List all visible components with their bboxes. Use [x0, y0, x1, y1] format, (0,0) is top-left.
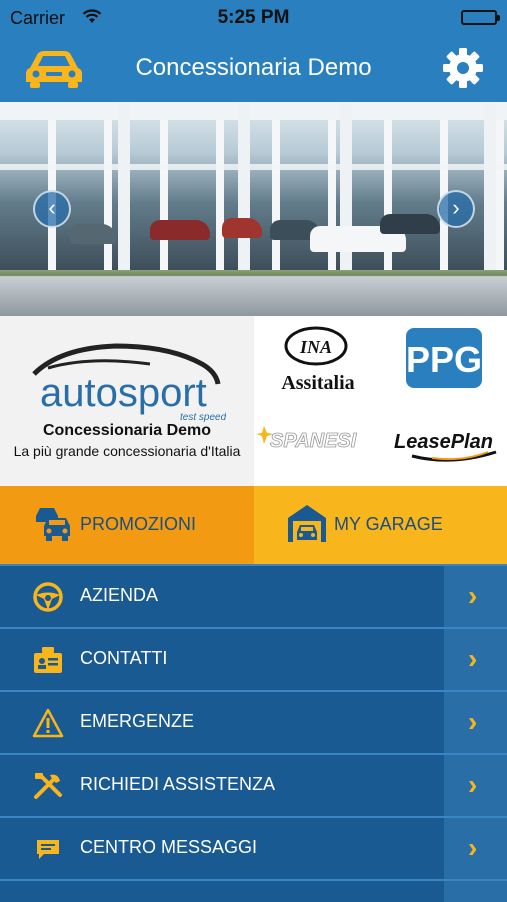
svg-text:LeasePlan: LeasePlan	[394, 431, 493, 453]
menu-item-partial[interactable]	[0, 879, 507, 902]
clock: 5:25 PM	[217, 7, 290, 28]
showroom-banner[interactable]: ‹ ›	[0, 102, 507, 316]
status-bar: Carrier 5:25 PM	[0, 0, 507, 36]
chevron-right-icon: ›	[468, 769, 478, 800]
chevron-right-icon: ›	[468, 580, 478, 611]
nav-bar: Concessionaria Demo	[0, 36, 507, 102]
brand-logo-ppg[interactable]: PPG	[406, 328, 482, 393]
brand-logo-leaseplan[interactable]: LeasePlan	[392, 422, 506, 471]
dealer-name: Concessionaria Demo	[42, 422, 212, 439]
showroom-floor	[0, 270, 507, 316]
car-image	[150, 220, 210, 240]
steering-wheel-icon	[32, 582, 64, 612]
menu-item-label: CENTRO MESSAGGI	[80, 837, 258, 857]
menu-item-label: RICHIEDI ASSISTENZA	[80, 774, 276, 794]
chevron-column	[444, 881, 507, 902]
chevron-right-icon: ›	[468, 832, 478, 863]
autosport-wordmark: autosport	[40, 371, 207, 415]
brand-logo-spanesi[interactable]: SPANESI	[256, 416, 372, 465]
gear-icon[interactable]	[443, 48, 483, 93]
promozioni-button[interactable]: PROMOZIONI	[0, 486, 254, 564]
tools-icon	[32, 771, 64, 801]
pillar	[238, 102, 250, 274]
chevron-right-icon: ›	[452, 195, 460, 220]
dealer-card[interactable]: autosport test speed Concessionaria Demo…	[0, 316, 254, 486]
warning-icon	[32, 708, 64, 738]
pillar	[484, 102, 496, 274]
car-image	[70, 224, 116, 244]
car-image	[222, 218, 262, 238]
message-icon	[32, 834, 64, 864]
chevron-right-icon: ›	[468, 643, 478, 674]
my-garage-button[interactable]: MY GARAGE	[254, 486, 507, 564]
my-garage-label: MY GARAGE	[334, 514, 443, 534]
chevron-right-icon: ›	[468, 706, 478, 737]
svg-text:SPANESI: SPANESI	[270, 430, 357, 452]
brand-panel: autosport test speed Concessionaria Demo…	[0, 316, 507, 486]
menu-item-emergenze[interactable]: EMERGENZE ›	[0, 690, 507, 753]
quick-actions: PROMOZIONI MY GARAGE	[0, 486, 507, 564]
menu-item-label: AZIENDA	[80, 585, 159, 605]
page-title: Concessionaria Demo	[135, 54, 372, 81]
chevron-left-icon: ‹	[48, 195, 56, 220]
svg-text:Assitalia: Assitalia	[281, 372, 354, 394]
menu-item-contatti[interactable]: CONTATTI ›	[0, 627, 507, 690]
menu-item-azienda[interactable]: AZIENDA ›	[0, 564, 507, 627]
dealer-tagline: La più grande concessionaria d'Italia	[13, 443, 241, 459]
menu-item-label: EMERGENZE	[80, 711, 195, 731]
brand-logo-assitalia[interactable]: INA Assitalia	[270, 324, 366, 401]
car-image	[380, 214, 440, 234]
cars-icon	[32, 502, 74, 549]
window-frame	[0, 164, 507, 170]
svg-text:INA: INA	[299, 337, 332, 357]
menu-item-centro-messaggi[interactable]: CENTRO MESSAGGI ›	[0, 816, 507, 879]
battery-icon	[461, 10, 500, 25]
carousel-next-button[interactable]: ›	[437, 190, 475, 228]
menu-item-label: CONTATTI	[80, 648, 168, 668]
roof-beam	[0, 102, 507, 120]
autosport-logo: autosport test speed	[30, 334, 227, 429]
menu-item-richiedi-assistenza[interactable]: RICHIEDI ASSISTENZA ›	[0, 753, 507, 816]
main-menu: AZIENDA › CONTATTI › EMERGENZE › RICHIED…	[0, 564, 507, 902]
svg-text:PPG: PPG	[406, 339, 482, 380]
showroom-windows	[0, 102, 507, 270]
promozioni-label: PROMOZIONI	[80, 514, 196, 534]
carousel-prev-button[interactable]: ‹	[33, 190, 71, 228]
garage-icon	[286, 502, 328, 549]
contact-card-icon	[32, 645, 64, 675]
pillar	[118, 102, 130, 274]
